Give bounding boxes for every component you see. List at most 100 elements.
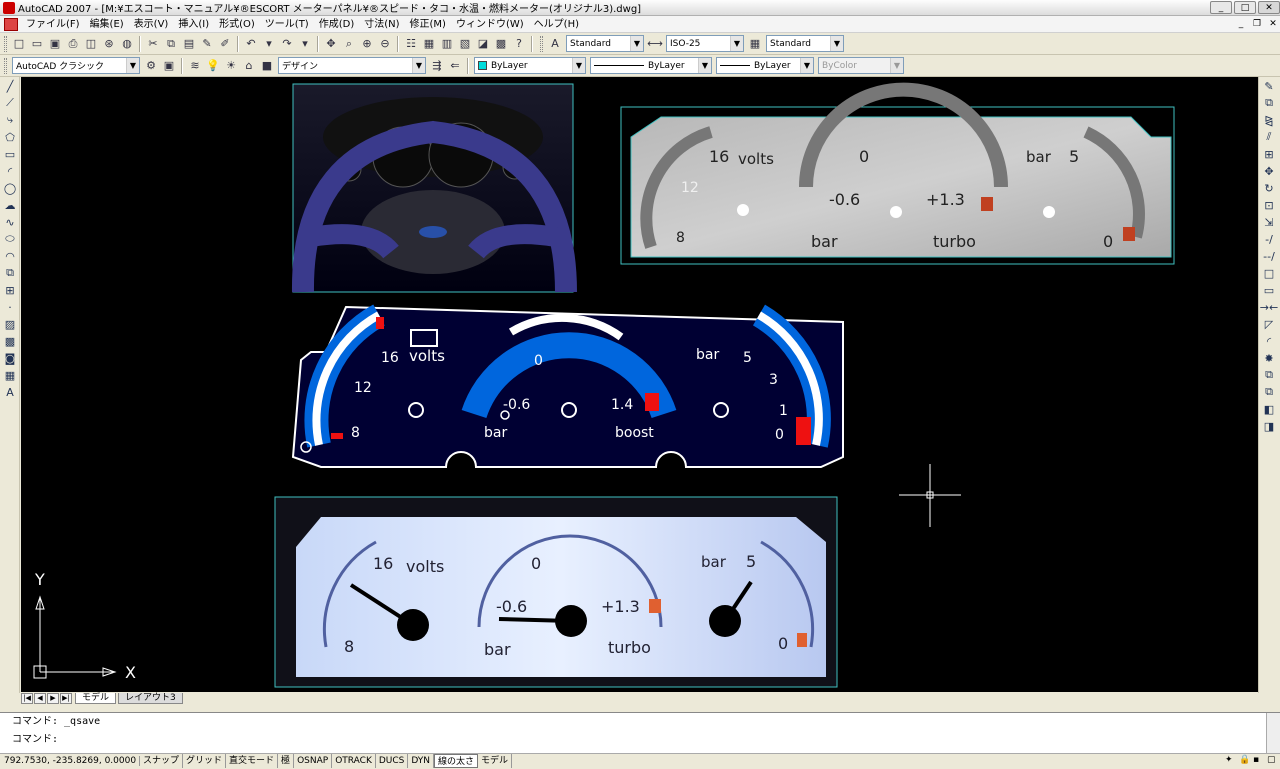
layer-freeze-icon[interactable]: ☀ [223, 58, 239, 74]
preview-icon[interactable]: ◫ [83, 36, 99, 52]
markup-icon[interactable]: ◪ [475, 36, 491, 52]
region-icon[interactable]: ◙ [2, 350, 18, 366]
break-point-icon[interactable]: □ [1261, 265, 1277, 281]
cut-icon[interactable]: ✂ [145, 36, 161, 52]
table-style-select[interactable]: Standard ▼ [766, 35, 844, 52]
fillet-icon[interactable]: ◜ [1261, 333, 1277, 349]
draworder-under-icon[interactable]: ◨ [1261, 418, 1277, 434]
polygon-icon[interactable]: ⬠ [2, 129, 18, 145]
doc-close-icon[interactable]: ✕ [1266, 18, 1280, 30]
steering-wheel-photo[interactable] [291, 83, 577, 293]
zoom-realtime-icon[interactable]: ⌕ [341, 36, 357, 52]
menu-modify[interactable]: 修正(M) [405, 16, 451, 33]
tab-model[interactable]: モデル [75, 692, 117, 704]
lineweight-select[interactable]: ByLayer ▼ [716, 57, 814, 74]
minimize-button[interactable]: _ [1210, 1, 1232, 14]
calculator-icon[interactable]: ▩ [493, 36, 509, 52]
undo-dropdown-icon[interactable]: ▾ [261, 36, 277, 52]
mirror-icon[interactable]: ⧎ [1261, 112, 1277, 128]
spline-icon[interactable]: ∿ [2, 214, 18, 230]
osnap-toggle[interactable]: OSNAP [294, 754, 333, 768]
sheet-set-icon[interactable]: ▧ [457, 36, 473, 52]
layer-select[interactable]: デザイン ▼ [278, 57, 426, 74]
mtext-icon[interactable]: A [2, 384, 18, 400]
menu-dimension[interactable]: 寸法(N) [359, 16, 404, 33]
save-icon[interactable]: ▣ [47, 36, 63, 52]
text-style-select[interactable]: Standard ▼ [566, 35, 644, 52]
rotate-icon[interactable]: ↻ [1261, 180, 1277, 196]
layer-lock-icon[interactable]: ⌂ [241, 58, 257, 74]
copy-object-icon[interactable]: ⧉ [1261, 95, 1277, 111]
backlit-panel-photo[interactable]: 16 volts 8 0 -0.6 +1.3 bar turbo bar 5 0 [274, 496, 838, 688]
workspace-select[interactable]: AutoCAD クラシック ▼ [12, 57, 140, 74]
zoom-previous-icon[interactable]: ⊖ [377, 36, 393, 52]
linetype-select[interactable]: ByLayer ▼ [590, 57, 712, 74]
chamfer-icon[interactable]: ◸ [1261, 316, 1277, 332]
draworder-back-icon[interactable]: ⧉ [1261, 384, 1277, 400]
ellipse-arc-icon[interactable]: ◠ [2, 248, 18, 264]
menu-tools[interactable]: ツール(T) [260, 16, 314, 33]
revcloud-icon[interactable]: ☁ [2, 197, 18, 213]
circle-icon[interactable]: ◯ [2, 180, 18, 196]
redo-dropdown-icon[interactable]: ▾ [297, 36, 313, 52]
gradient-icon[interactable]: ▩ [2, 333, 18, 349]
cad-gauge-design[interactable]: 16 volts 12 8 0 -0.6 1.4 bar boost bar 5… [291, 304, 844, 468]
lock-icon[interactable]: 🔒 [1239, 755, 1251, 767]
menu-view[interactable]: 表示(V) [129, 16, 174, 33]
grid-toggle[interactable]: グリッド [183, 754, 227, 768]
insert-block-icon[interactable]: ⧉ [2, 265, 18, 281]
pan-icon[interactable]: ✥ [323, 36, 339, 52]
open-icon[interactable]: ▭ [29, 36, 45, 52]
explode-icon[interactable]: ✸ [1261, 350, 1277, 366]
make-block-icon[interactable]: ⊞ [2, 282, 18, 298]
draworder-front-icon[interactable]: ⧉ [1261, 367, 1277, 383]
clean-screen-icon[interactable]: ▢ [1267, 755, 1279, 767]
hatch-icon[interactable]: ▨ [2, 316, 18, 332]
coordinate-readout[interactable]: 792.7530, -235.8269, 0.0000 [0, 756, 140, 766]
menu-insert[interactable]: 挿入(I) [173, 16, 214, 33]
menu-format[interactable]: 形式(O) [214, 16, 260, 33]
menu-edit[interactable]: 編集(E) [85, 16, 129, 33]
silver-panel-photo[interactable]: 16 12 8 volts 0 -0.6 +1.3 bar turbo bar … [620, 82, 1175, 265]
drawing-icon[interactable] [4, 17, 18, 31]
extend-icon[interactable]: --/ [1261, 248, 1277, 264]
undo-icon[interactable]: ↶ [243, 36, 259, 52]
layer-manager-icon[interactable]: ≋ [187, 58, 203, 74]
prev-tab-icon[interactable]: ◀ [34, 692, 46, 704]
dim-style-select[interactable]: ISO-25 ▼ [666, 35, 744, 52]
menu-draw[interactable]: 作成(D) [314, 16, 360, 33]
color-select[interactable]: ByLayer ▼ [474, 57, 586, 74]
copy-icon[interactable]: ⧉ [163, 36, 179, 52]
dim-style-icon[interactable]: ⟷ [647, 36, 663, 52]
stretch-icon[interactable]: ⇲ [1261, 214, 1277, 230]
layer-on-icon[interactable]: 💡 [205, 58, 221, 74]
layer-previous-icon[interactable]: ⇐ [447, 58, 463, 74]
toolbar-grip[interactable] [4, 35, 7, 52]
dyn-toggle[interactable]: DYN [408, 754, 435, 768]
ellipse-icon[interactable]: ⬭ [2, 231, 18, 247]
table-style-icon[interactable]: ▦ [747, 36, 763, 52]
close-button[interactable]: ✕ [1258, 1, 1280, 14]
menu-help[interactable]: ヘルプ(H) [529, 16, 584, 33]
block-editor-icon[interactable]: ✐ [217, 36, 233, 52]
menu-file[interactable]: ファイル(F) [21, 16, 85, 33]
arc-icon[interactable]: ◜ [2, 163, 18, 179]
plot-icon[interactable]: ⎙ [65, 36, 81, 52]
comm-center-icon[interactable]: ✦ [1225, 755, 1237, 767]
ducs-toggle[interactable]: DUCS [376, 754, 409, 768]
trim-icon[interactable]: -/ [1261, 231, 1277, 247]
publish-icon[interactable]: ⊛ [101, 36, 117, 52]
drawing-canvas[interactable]: 16 12 8 volts 0 -0.6 +1.3 bar turbo bar … [21, 77, 1258, 692]
maximize-button[interactable]: □ [1234, 1, 1256, 14]
draworder-above-icon[interactable]: ◧ [1261, 401, 1277, 417]
model-toggle[interactable]: モデル [478, 754, 513, 768]
redo-icon[interactable]: ↷ [279, 36, 295, 52]
join-icon[interactable]: →← [1260, 299, 1278, 315]
text-style-icon[interactable]: A [547, 36, 563, 52]
next-tab-icon[interactable]: ▶ [47, 692, 59, 704]
table-icon[interactable]: ▦ [2, 367, 18, 383]
doc-restore-icon[interactable]: ❐ [1250, 18, 1264, 30]
line-icon[interactable]: ╱ [2, 78, 18, 94]
move-icon[interactable]: ✥ [1261, 163, 1277, 179]
polar-toggle[interactable]: 極 [278, 754, 295, 768]
